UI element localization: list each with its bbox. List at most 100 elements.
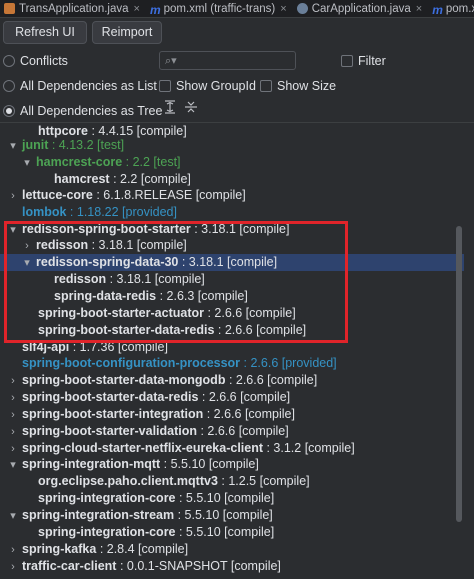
artifact-version-scope: : 2.6.6 [compile] <box>203 306 296 320</box>
close-icon[interactable]: × <box>416 3 422 15</box>
tree-row[interactable]: slf4j-api : 1.7.36 [compile] <box>22 339 168 355</box>
tree-row[interactable]: spring-integration-core : 5.5.10 [compil… <box>38 490 274 506</box>
artifact-name: redisson-spring-data-30 <box>36 255 179 269</box>
tree-row[interactable]: › redisson : 3.18.1 [compile] <box>22 237 187 253</box>
chevron-right-icon[interactable]: › <box>8 424 18 440</box>
maven-icon: m <box>149 3 161 17</box>
show-size-checkbox[interactable] <box>260 80 272 92</box>
tree-scrollbar[interactable] <box>456 226 462 522</box>
artifact-name: slf4j-api <box>22 340 70 354</box>
artifact-version-scope: : 5.5.10 [compile] <box>175 491 275 505</box>
conflicts-option[interactable]: Conflicts <box>0 50 68 72</box>
java-class-icon <box>4 3 15 14</box>
filter-option[interactable]: Filter <box>341 50 386 72</box>
chevron-down-icon[interactable]: ▾ <box>8 138 18 154</box>
tree-row[interactable]: spring-boot-configuration-processor : 2.… <box>22 355 337 371</box>
chevron-right-icon[interactable]: › <box>8 407 18 423</box>
artifact-version-scope: : 2.6.6 [compile] <box>203 407 295 421</box>
tree-row[interactable]: spring-data-redis : 2.6.3 [compile] <box>54 288 248 304</box>
tree-row[interactable]: ▾ spring-integration-stream : 5.5.10 [com… <box>8 507 273 523</box>
search-input[interactable]: ⌕▾ <box>159 51 296 70</box>
chevron-right-icon[interactable]: › <box>8 542 18 558</box>
artifact-name: spring-boot-starter-data-redis <box>22 390 199 404</box>
artifact-name: hamcrest-core <box>36 155 123 169</box>
show-groupid-checkbox[interactable] <box>159 80 171 92</box>
tab-trans-application[interactable]: TransApplication.java × <box>0 0 146 17</box>
tree-row[interactable]: › spring-boot-starter-validation : 2.6.6 … <box>8 423 289 439</box>
tree-row[interactable]: › spring-boot-starter-data-mongodb : 2.6.… <box>8 372 317 388</box>
tree-row[interactable]: ▾ junit : 4.13.2 [test] <box>8 137 124 153</box>
tree-row[interactable]: ▾ spring-integration-mqtt : 5.5.10 [compi… <box>8 456 259 472</box>
artifact-version-scope: : 2.2 [test] <box>122 155 181 169</box>
tree-row[interactable]: spring-boot-starter-data-redis : 2.6.6 [… <box>38 322 306 338</box>
chevron-right-icon[interactable]: › <box>8 373 18 389</box>
artifact-version-scope: : 3.18.1 [compile] <box>178 255 278 269</box>
tab-pom-traffic[interactable]: m pom.xml (traffic- <box>428 0 474 18</box>
tab-pom-traffic-trans[interactable]: m pom.xml (traffic-trans) × <box>146 0 293 18</box>
chevron-down-icon[interactable]: ▾ <box>22 155 32 171</box>
tree-row[interactable]: › traffic-car-client : 0.0.1-SNAPSHOT [co… <box>8 558 281 574</box>
artifact-version-scope: : 2.6.6 [provided] <box>240 356 337 370</box>
search-icon: ⌕▾ <box>165 55 177 67</box>
tab-car-application[interactable]: CarApplication.java × <box>293 0 429 17</box>
dependency-tree[interactable]: httpcore : 4.4.15 [compile] ▾ junit : 4.13… <box>0 123 474 579</box>
editor-tab-bar: TransApplication.java × m pom.xml (traff… <box>0 0 474 18</box>
tree-row[interactable]: › spring-boot-starter-data-redis : 2.6.6 … <box>8 389 290 405</box>
artifact-name: spring-integration-core <box>38 525 176 539</box>
show-size-option[interactable]: Show Size <box>260 75 336 97</box>
tree-row[interactable]: lombok : 1.18.22 [provided] <box>22 204 177 220</box>
chevron-down-icon[interactable]: ▾ <box>8 508 18 524</box>
tree-row[interactable]: › lettuce-core : 6.1.8.RELEASE [compile] <box>8 187 246 203</box>
tree-row[interactable]: › spring-cloud-starter-netflix-eureka-cli… <box>8 440 355 456</box>
all-deps-list-radio[interactable] <box>3 80 15 92</box>
chevron-right-icon[interactable]: › <box>8 188 18 204</box>
all-deps-list-option[interactable]: All Dependencies as List <box>0 75 157 97</box>
reimport-button[interactable]: Reimport <box>92 21 162 44</box>
artifact-name: redisson <box>36 238 89 252</box>
tree-row[interactable]: spring-integration-core : 5.5.10 [compil… <box>38 524 274 540</box>
artifact-version-scope: : 2.6.6 [compile] <box>214 323 307 337</box>
close-icon[interactable]: × <box>280 3 286 15</box>
artifact-name: spring-boot-starter-actuator <box>38 306 204 320</box>
tab-label: TransApplication.java <box>19 2 129 15</box>
tree-row[interactable]: ▾ hamcrest-core : 2.2 [test] <box>22 154 181 171</box>
tree-row[interactable]: › spring-kafka : 2.8.4 [compile] <box>8 541 188 557</box>
tree-row[interactable]: ▾ redisson-spring-boot-starter : 3.18.1 [… <box>8 221 289 237</box>
tree-row[interactable]: spring-boot-starter-actuator : 2.6.6 [co… <box>38 305 296 321</box>
artifact-version-scope: : 6.1.8.RELEASE [compile] <box>92 188 246 202</box>
tree-row[interactable]: org.eclipse.paho.client.mqttv3 : 1.2.5 [… <box>38 473 310 489</box>
chevron-down-icon[interactable]: ▾ <box>22 255 32 271</box>
artifact-name: spring-boot-starter-data-redis <box>38 323 215 337</box>
artifact-version-scope: : 2.6.6 [compile] <box>225 373 318 387</box>
tree-row[interactable]: ▾ redisson-spring-data-30 : 3.18.1 [compi… <box>22 254 277 270</box>
artifact-version-scope: : 4.4.15 [compile] <box>88 124 187 138</box>
chevron-right-icon[interactable]: › <box>8 441 18 457</box>
collapse-all-icon[interactable] <box>184 100 198 114</box>
all-deps-tree-radio[interactable] <box>3 105 15 117</box>
tree-row[interactable]: hamcrest : 2.2 [compile] <box>54 171 191 187</box>
chevron-right-icon[interactable]: › <box>8 559 18 575</box>
artifact-name: httpcore <box>38 124 88 138</box>
filter-checkbox[interactable] <box>341 55 353 67</box>
chevron-down-icon[interactable]: ▾ <box>8 222 18 238</box>
tree-row[interactable]: redisson : 3.18.1 [compile] <box>54 271 205 287</box>
all-deps-tree-option[interactable]: All Dependencies as Tree <box>0 100 162 122</box>
artifact-name: lettuce-core <box>22 188 93 202</box>
artifact-name: spring-boot-starter-integration <box>22 407 204 421</box>
chevron-right-icon[interactable]: › <box>22 238 32 254</box>
close-icon[interactable]: × <box>134 3 140 15</box>
artifact-name: redisson-spring-boot-starter <box>22 222 191 236</box>
artifact-version-scope: : 3.18.1 [compile] <box>106 272 205 286</box>
artifact-version-scope: : 4.13.2 [test] <box>48 138 125 152</box>
chevron-right-icon[interactable]: › <box>8 390 18 406</box>
analyzer-toolbar: Refresh UI Reimport <box>0 20 474 44</box>
refresh-ui-button[interactable]: Refresh UI <box>3 21 87 44</box>
conflicts-radio[interactable] <box>3 55 15 67</box>
chevron-down-icon[interactable]: ▾ <box>8 457 18 473</box>
artifact-name: traffic-car-client <box>22 559 117 573</box>
show-groupid-option[interactable]: Show GroupId <box>159 75 256 97</box>
maven-icon: m <box>432 3 443 17</box>
tree-row[interactable]: › spring-boot-starter-integration : 2.6.6… <box>8 406 295 422</box>
expand-all-icon[interactable] <box>163 100 177 114</box>
artifact-name: spring-boot-starter-data-mongodb <box>22 373 226 387</box>
